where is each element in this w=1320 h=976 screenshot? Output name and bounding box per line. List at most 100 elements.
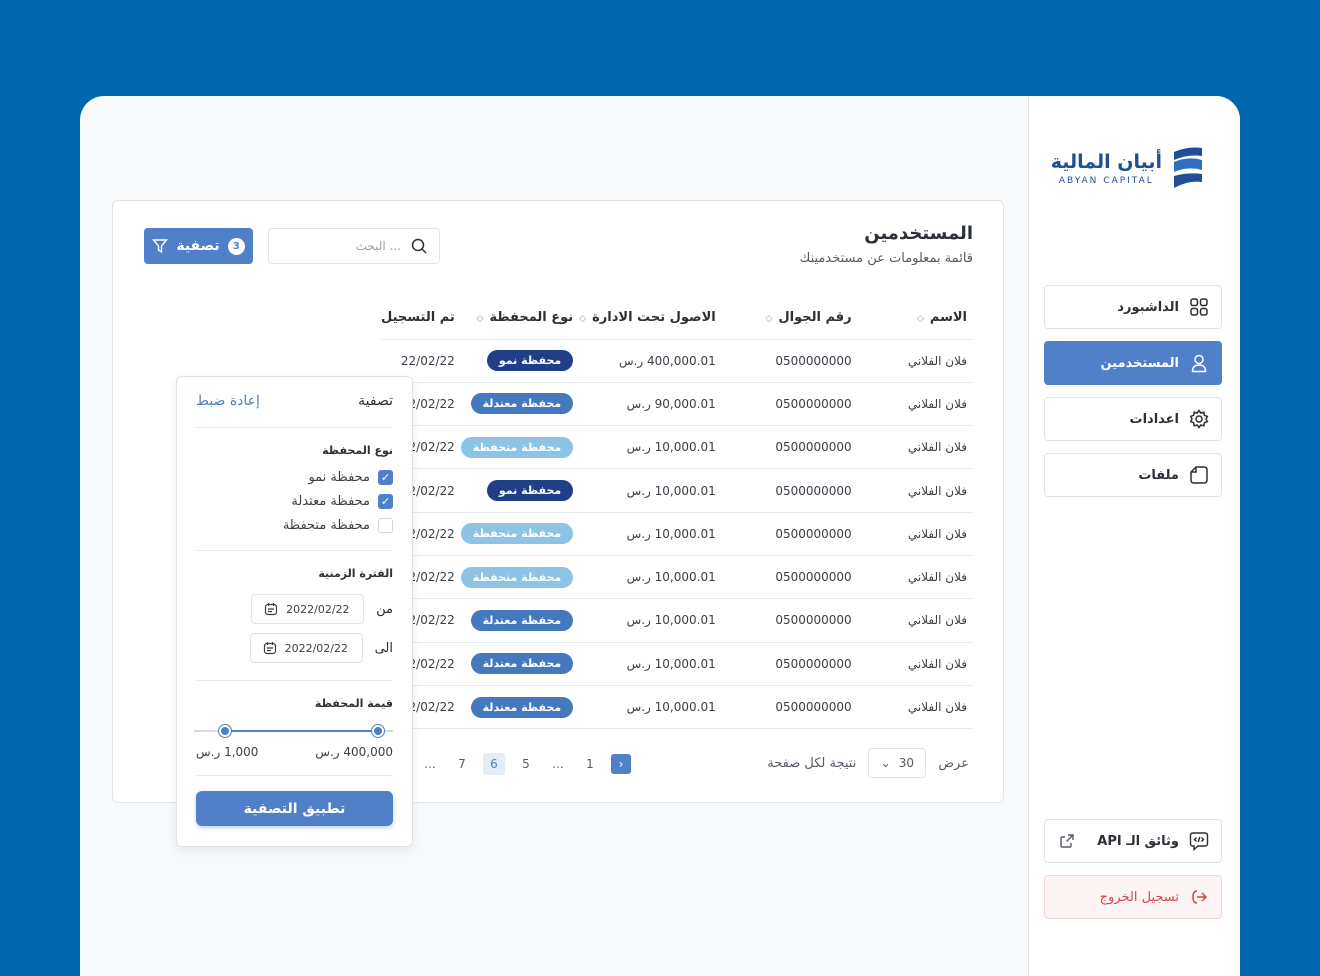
cell-portfolio-type: محفظة متحفظة	[460, 555, 580, 600]
cell-aum: 10,000.01 ر.س	[579, 512, 722, 556]
brand-logo[interactable]: أبيان المالية ABYAN CAPITAL	[1051, 146, 1204, 190]
per-page-suffix: نتيجة لكل صفحة	[767, 755, 857, 771]
cell-portfolio-type: محفظة نمو	[460, 468, 580, 513]
chevron-down-icon: ⌄	[880, 756, 891, 770]
checkbox-checked-icon[interactable]: ✓	[378, 494, 393, 509]
sidebar-item-settings[interactable]: اعدادات	[1044, 397, 1222, 441]
cell-portfolio-type: محفظة متحفظة	[460, 512, 580, 556]
table-row[interactable]: فلان الفلاني 0500000000 10,000.01 ر.س محفظة…	[381, 512, 973, 556]
cell-aum: 10,000.01 ر.س	[579, 468, 722, 513]
cell-aum: 90,000.01 ر.س	[579, 382, 722, 427]
range-min-value: 1,000 ر.س	[196, 745, 259, 759]
app-window: أبيان المالية ABYAN CAPITAL الداشبورد ال…	[80, 96, 1240, 976]
portfolio-type-badge: محفظة متحفظة	[460, 566, 574, 588]
sort-icon[interactable]: ◇	[579, 314, 586, 324]
cell-name: فلان الفلاني	[857, 598, 973, 643]
filter-panel-title: تصفية	[358, 393, 393, 409]
next-page-button[interactable]: ›	[611, 754, 631, 774]
sidebar-item-files[interactable]: ملفات	[1044, 453, 1222, 497]
file-icon	[1189, 465, 1209, 485]
date-to-input[interactable]: 2022/02/22	[249, 633, 363, 663]
column-header-aum[interactable]: الاصول تحت الادارة◇	[579, 297, 722, 340]
column-header-registered: تم التسجيل	[381, 297, 461, 340]
filter-panel: تصفية إعادة ضبط نوع المحفظة ✓ محفظة نمو …	[176, 376, 413, 847]
date-from-input[interactable]: 2022/02/22	[251, 594, 365, 624]
page-6-button[interactable]: 6	[483, 753, 505, 775]
logo-mark-icon	[1174, 147, 1202, 188]
checkbox-growth[interactable]: ✓ محفظة نمو	[308, 470, 393, 485]
sort-icon[interactable]: ◇	[477, 314, 484, 324]
table-row[interactable]: فلان الفلاني 0500000000 10,000.01 ر.س محفظة…	[381, 598, 973, 643]
cell-phone: 0500000000	[721, 339, 858, 383]
column-header-portfolio-type[interactable]: نوع المحفظة◇	[460, 297, 580, 340]
page-7-button[interactable]: 7	[451, 753, 473, 775]
cell-name: فلان الفلاني	[857, 685, 973, 730]
table-row[interactable]: فلان الفلاني 0500000000 400,000.01 ر.س محفظ…	[381, 339, 973, 383]
portfolio-value-label: قيمة المحفظة	[314, 697, 393, 710]
table-row[interactable]: فلان الفلاني 0500000000 10,000.01 ر.س محفظة…	[381, 685, 973, 730]
cell-phone: 0500000000	[721, 555, 858, 600]
table-row[interactable]: فلان الفلاني 0500000000 10,000.01 ر.س محفظة…	[381, 468, 973, 513]
portfolio-type-badge: محفظة متحفظة	[460, 436, 574, 458]
cell-name: فلان الفلاني	[857, 642, 973, 686]
cell-phone: 0500000000	[721, 642, 858, 686]
pagination-ellipsis: ...	[552, 757, 564, 771]
table-row[interactable]: فلان الفلاني 0500000000 10,000.01 ر.س محفظة…	[381, 555, 973, 600]
search-placeholder: البحث ...	[355, 239, 401, 253]
search-input[interactable]: البحث ...	[268, 228, 440, 264]
date-from-label: من	[376, 601, 393, 617]
slider-max-handle[interactable]	[372, 725, 384, 737]
pagination-ellipsis: ...	[424, 757, 436, 771]
checkbox-checked-icon[interactable]: ✓	[378, 470, 393, 485]
per-page-select[interactable]: ⌄ 30	[868, 748, 927, 778]
portfolio-type-badge: محفظة نمو	[486, 350, 574, 372]
table-row[interactable]: فلان الفلاني 0500000000 90,000.01 ر.س محفظة…	[381, 382, 973, 427]
cell-name: فلان الفلاني	[857, 425, 973, 470]
filter-button[interactable]: 3 تصفية	[144, 228, 253, 264]
cell-aum: 10,000.01 ر.س	[579, 425, 722, 470]
slider-min-handle[interactable]	[219, 725, 231, 737]
checkbox-conservative[interactable]: محفظة متحفظة	[283, 518, 393, 533]
checkbox-balanced[interactable]: ✓ محفظة معتدلة	[291, 494, 393, 509]
cell-phone: 0500000000	[721, 468, 858, 513]
cell-portfolio-type: محفظة معتدلة	[460, 598, 580, 643]
logout-button[interactable]: تسجيل الخروج	[1044, 875, 1222, 919]
portfolio-type-badge: محفظة معتدلة	[470, 696, 574, 718]
sort-icon[interactable]: ◇	[917, 314, 924, 324]
sidebar-item-dashboard[interactable]: الداشبورد	[1044, 285, 1222, 329]
calendar-icon	[265, 603, 278, 616]
divider	[196, 550, 393, 551]
cell-phone: 0500000000	[721, 425, 858, 470]
page-1-button[interactable]: 1	[579, 753, 601, 775]
brand-name-ar: أبيان المالية	[1050, 150, 1162, 173]
sort-icon[interactable]: ◇	[765, 314, 772, 324]
cell-portfolio-type: محفظة نمو	[460, 339, 580, 383]
table-row[interactable]: فلان الفلاني 0500000000 10,000.01 ر.س محفظة…	[381, 642, 973, 686]
user-icon	[1189, 353, 1209, 373]
portfolio-type-badge: محفظة نمو	[486, 480, 574, 502]
api-docs-link[interactable]: وثائق الـ API	[1044, 819, 1222, 863]
sidebar-item-label: اعدادات	[1129, 411, 1180, 427]
cell-aum: 10,000.01 ر.س	[579, 555, 722, 600]
filter-button-label: تصفية	[176, 238, 220, 254]
logout-label: تسجيل الخروج	[1099, 889, 1179, 905]
checkbox-empty-icon[interactable]	[378, 518, 393, 533]
cell-portfolio-type: محفظة معتدلة	[460, 642, 580, 686]
table-row[interactable]: فلان الفلاني 0500000000 10,000.01 ر.س محفظة…	[381, 425, 973, 470]
date-from-row: من 2022/02/22	[251, 594, 393, 624]
column-header-name[interactable]: الاسم◇	[857, 297, 973, 340]
value-range-slider[interactable]	[194, 725, 393, 737]
logout-icon	[1189, 887, 1209, 907]
page-5-button[interactable]: 5	[515, 753, 537, 775]
apply-filter-button[interactable]: تطبيق التصفية	[196, 791, 393, 826]
reset-filter-link[interactable]: إعادة ضبط	[196, 393, 260, 413]
sidebar-item-label: المستخدمين	[1100, 355, 1179, 371]
cell-name: فلان الفلاني	[857, 512, 973, 556]
sidebar-item-users[interactable]: المستخدمين	[1044, 341, 1222, 385]
cell-portfolio-type: محفظة متحفظة	[460, 425, 580, 470]
date-to-row: الى 2022/02/22	[249, 633, 393, 663]
column-header-phone[interactable]: رقم الجوال◇	[721, 297, 858, 340]
cell-portfolio-type: محفظة معتدلة	[460, 685, 580, 730]
external-link-icon	[1057, 831, 1077, 851]
table-header-row: الاسم◇ رقم الجوال◇ الاصول تحت الادارة◇ ن…	[381, 297, 973, 340]
